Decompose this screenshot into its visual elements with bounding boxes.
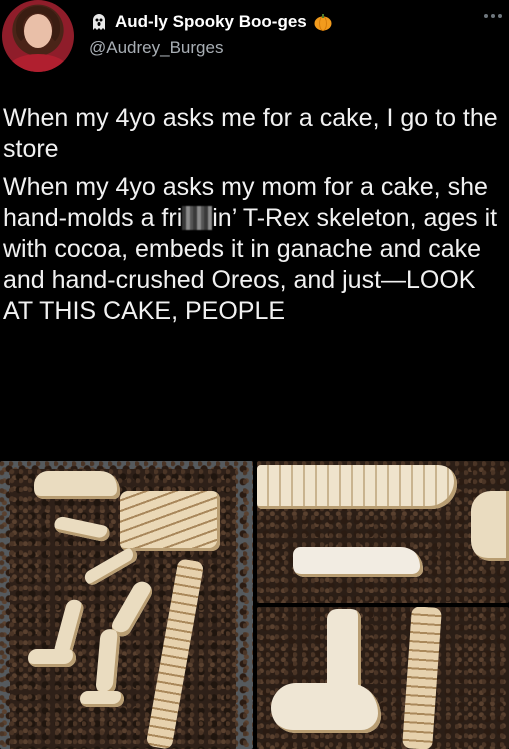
media-grid <box>0 461 509 749</box>
cake-photo-full-skeleton[interactable] <box>0 461 253 749</box>
tweet-paragraph-1: When my 4yo asks me for a cake, I go to … <box>3 104 498 163</box>
pumpkin-icon <box>314 14 332 31</box>
tweet-paragraph-2: When my 4yo asks my mom for a cake, she … <box>3 172 506 327</box>
cake-photo-claw-and-tail[interactable] <box>257 607 509 749</box>
author-handle[interactable]: @Audrey_Burges <box>89 38 223 58</box>
cake-photo-skull-closeup[interactable] <box>257 461 509 603</box>
author-display-name[interactable]: Aud-ly Spooky Boo-ges <box>115 12 307 32</box>
author-name-row[interactable]: Aud-ly Spooky Boo-ges <box>89 9 333 35</box>
ghost-icon <box>93 14 105 30</box>
avatar[interactable] <box>2 0 74 72</box>
tweet: Aud-ly Spooky Boo-ges @Audrey_Burges Whe… <box>0 0 509 749</box>
more-options-icon[interactable] <box>484 10 506 22</box>
tweet-header: Aud-ly Spooky Boo-ges @Audrey_Burges <box>0 0 509 80</box>
tweet-text: When my 4yo asks me for a cake, I go to … <box>3 103 506 334</box>
censor-blur <box>182 206 213 230</box>
